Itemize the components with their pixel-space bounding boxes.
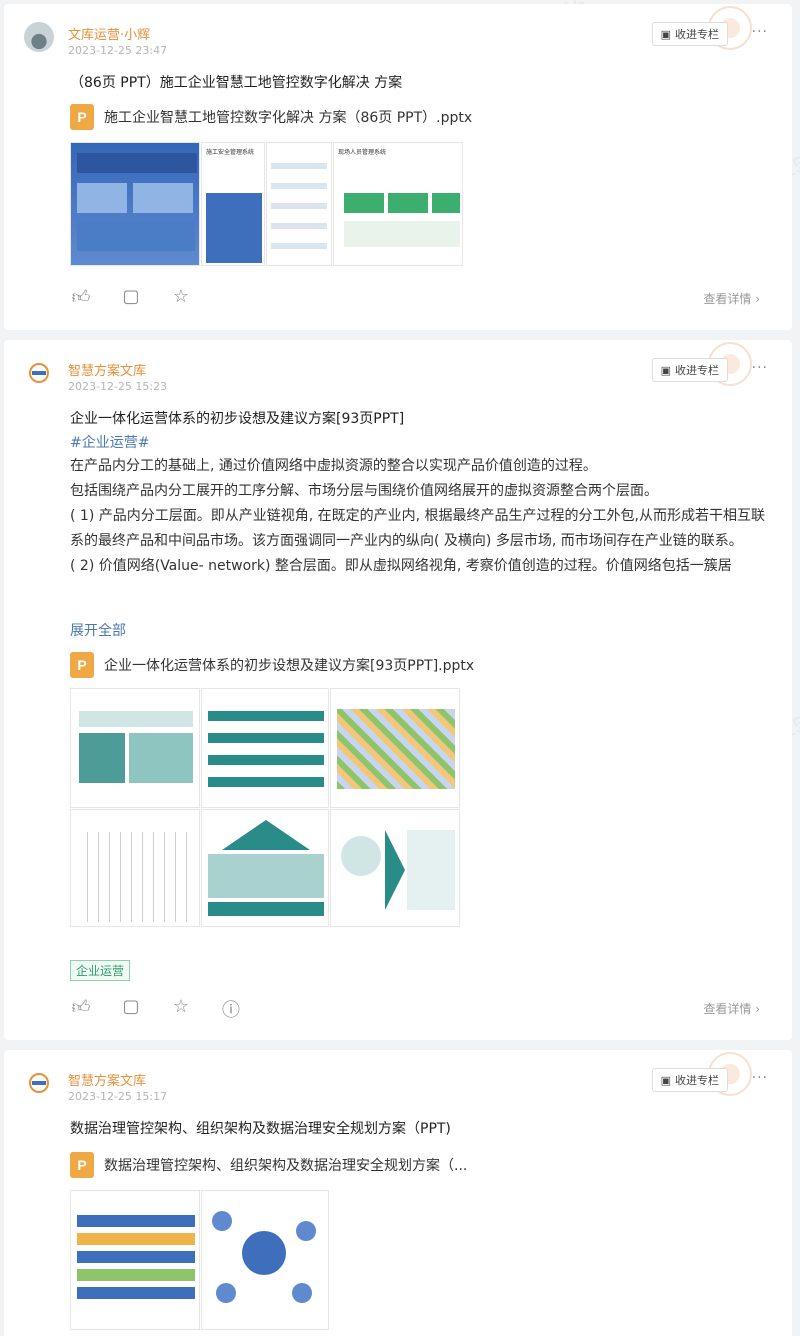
post-body: 在产品内分工的基础上, 通过价值网络中虚拟资源的整合以实现产品价值创造的过程。 … — [70, 454, 770, 579]
preview-thumbnail[interactable] — [266, 142, 332, 266]
star-icon[interactable]: ☆ — [170, 996, 192, 1022]
comment-icon[interactable]: ▢ — [120, 996, 142, 1022]
ppt-file-icon: P — [70, 104, 94, 130]
preview-thumbnail[interactable] — [70, 809, 200, 927]
avatar[interactable] — [24, 358, 54, 388]
thumb-up-icon[interactable]: 👍︎ — [70, 286, 92, 308]
file-attachment[interactable]: P 施工企业智慧工地管控数字化解决 方案（86页 PPT）.pptx — [70, 104, 472, 130]
post-actions: 👍︎ ▢ ☆ ⓘ — [70, 996, 242, 1022]
file-name[interactable]: 企业一体化运营体系的初步设想及建议方案[93页PPT].pptx — [104, 655, 474, 675]
preview-thumbnail[interactable] — [201, 1190, 329, 1330]
author-name[interactable]: 智慧方案文库 — [68, 1070, 146, 1089]
preview-thumbnail-label: 现场人员管理系统 — [338, 149, 387, 156]
preview-thumbnail[interactable] — [70, 688, 200, 808]
author-name[interactable]: 文库运营·小辉 — [68, 24, 150, 43]
file-preview-thumbnails[interactable] — [70, 1190, 329, 1330]
preview-thumbnail[interactable]: 施工安全管理系统 — [201, 142, 265, 266]
comment-icon[interactable]: ▢ — [120, 286, 142, 308]
preview-thumbnail-label: 施工安全管理系统 — [206, 149, 255, 156]
collect-to-column-button[interactable]: ▣ 收进专栏 — [651, 1068, 728, 1092]
preview-thumbnail[interactable] — [201, 809, 329, 927]
avatar[interactable] — [24, 22, 54, 52]
collect-to-column-button[interactable]: ▣ 收进专栏 — [651, 358, 728, 382]
preview-thumbnail[interactable] — [330, 688, 460, 808]
author-name[interactable]: 智慧方案文库 — [68, 360, 146, 379]
file-attachment[interactable]: P 企业一体化运营体系的初步设想及建议方案[93页PPT].pptx — [70, 652, 474, 678]
post-actions: 👍︎ ▢ ☆ — [70, 286, 192, 308]
post-time: 2023-12-25 15:23 — [68, 380, 168, 393]
thumb-up-icon[interactable]: 👍︎ — [70, 996, 92, 1022]
collect-button-label: 收进专栏 — [675, 28, 719, 41]
logo-icon — [29, 363, 49, 383]
body-paragraph: ( 2) 价值网络(Value- network) 整合层面。即从虚拟网络视角,… — [70, 558, 732, 574]
preview-thumbnail[interactable] — [70, 142, 200, 266]
file-name[interactable]: 数据治理管控架构、组织架构及数据治理安全规划方案（... — [104, 1155, 467, 1175]
post-title[interactable]: 企业一体化运营体系的初步设想及建议方案[93页PPT] — [70, 408, 404, 428]
feed-post-card: 智慧方案文库 2023-12-25 15:17 ▣ 收进专栏 ··· 数据治理管… — [4, 1050, 792, 1336]
report-icon[interactable]: ⓘ — [220, 996, 242, 1022]
chevron-right-icon: › — [755, 1002, 760, 1016]
file-attachment[interactable]: P 数据治理管控架构、组织架构及数据治理安全规划方案（... — [70, 1152, 467, 1178]
collect-button-label: 收进专栏 — [675, 364, 719, 377]
preview-thumbnail[interactable] — [201, 688, 329, 808]
avatar[interactable] — [24, 1068, 54, 1098]
body-paragraph: ( 1) 产品内分工层面。即从产业链视角, 在既定的产业内, 根据最终产品生产过… — [70, 508, 765, 549]
file-preview-thumbnails[interactable]: 施工安全管理系统 现场人员管理系统 — [70, 142, 463, 266]
view-details-link[interactable]: 查看详情 › — [703, 290, 760, 307]
chevron-right-icon: › — [755, 292, 760, 306]
more-options-button[interactable]: ··· — [752, 24, 768, 40]
logo-icon — [29, 1073, 49, 1093]
post-time: 2023-12-25 15:17 — [68, 1090, 168, 1103]
view-details-link[interactable]: 查看详情 › — [703, 1000, 760, 1017]
view-details-label: 查看详情 — [703, 1002, 752, 1016]
more-options-button[interactable]: ··· — [752, 360, 768, 376]
collect-icon: ▣ — [660, 27, 671, 41]
preview-thumbnail[interactable]: 现场人员管理系统 — [333, 142, 463, 266]
collect-icon: ▣ — [660, 1073, 671, 1087]
preview-thumbnail[interactable] — [330, 809, 460, 927]
file-name[interactable]: 施工企业智慧工地管控数字化解决 方案（86页 PPT）.pptx — [104, 107, 472, 127]
feed-post-card: 智慧方案文库 2023-12-25 15:23 ▣ 收进专栏 ··· 企业一体化… — [4, 340, 792, 1040]
topic-tag[interactable]: 企业运营 — [70, 960, 131, 981]
file-preview-thumbnails[interactable] — [70, 688, 460, 927]
collect-to-column-button[interactable]: ▣ 收进专栏 — [651, 22, 728, 46]
more-options-button[interactable]: ··· — [752, 1070, 768, 1086]
ppt-file-icon: P — [70, 652, 94, 678]
post-time: 2023-12-25 23:47 — [68, 44, 168, 57]
body-paragraph: 在产品内分工的基础上, 通过价值网络中虚拟资源的整合以实现产品价值创造的过程。 — [70, 458, 597, 474]
expand-all-link[interactable]: 展开全部 — [70, 620, 126, 640]
collect-button-label: 收进专栏 — [675, 1074, 719, 1087]
view-details-label: 查看详情 — [703, 292, 752, 306]
post-title[interactable]: 数据治理管控架构、组织架构及数据治理安全规划方案（PPT) — [70, 1118, 451, 1138]
post-title[interactable]: （86页 PPT）施工企业智慧工地管控数字化解决 方案 — [70, 72, 402, 92]
ppt-file-icon: P — [70, 1152, 94, 1178]
body-paragraph: 包括围绕产品内分工展开的工序分解、市场分层与围绕价值网络展开的虚拟资源整合两个层… — [70, 483, 658, 499]
star-icon[interactable]: ☆ — [170, 286, 192, 308]
feed-post-card: 文库运营·小辉 2023-12-25 23:47 ▣ 收进专栏 ··· （86页… — [4, 4, 792, 330]
collect-icon: ▣ — [660, 363, 671, 377]
hashtag[interactable]: #企业运营# — [70, 432, 149, 452]
preview-thumbnail[interactable] — [70, 1190, 200, 1330]
